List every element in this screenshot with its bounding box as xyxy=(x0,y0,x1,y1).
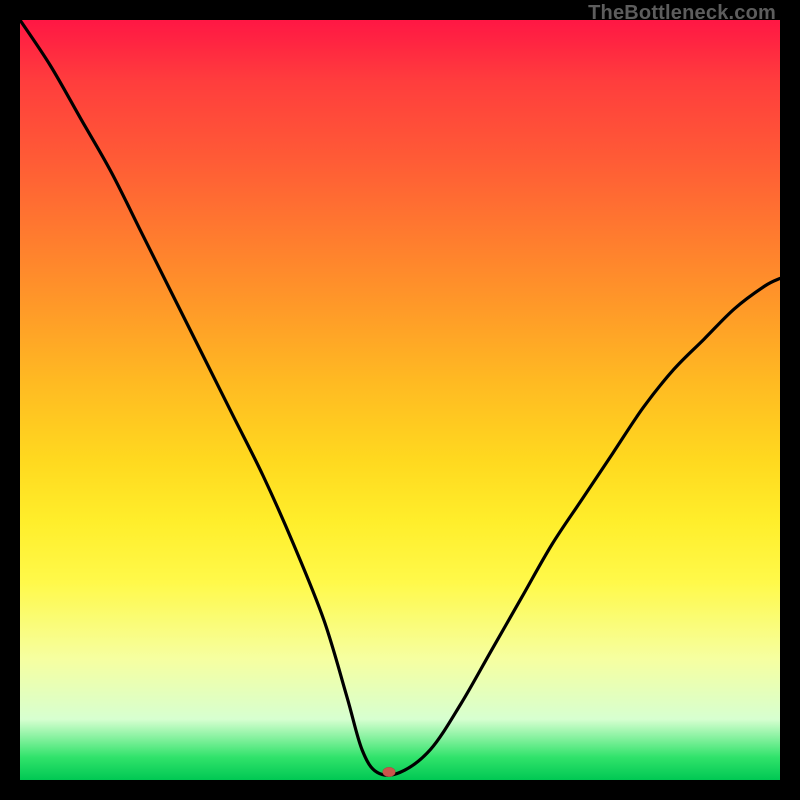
plot-area xyxy=(20,20,780,780)
minimum-marker xyxy=(382,767,395,777)
bottleneck-curve xyxy=(20,20,780,780)
chart-frame: TheBottleneck.com xyxy=(0,0,800,800)
